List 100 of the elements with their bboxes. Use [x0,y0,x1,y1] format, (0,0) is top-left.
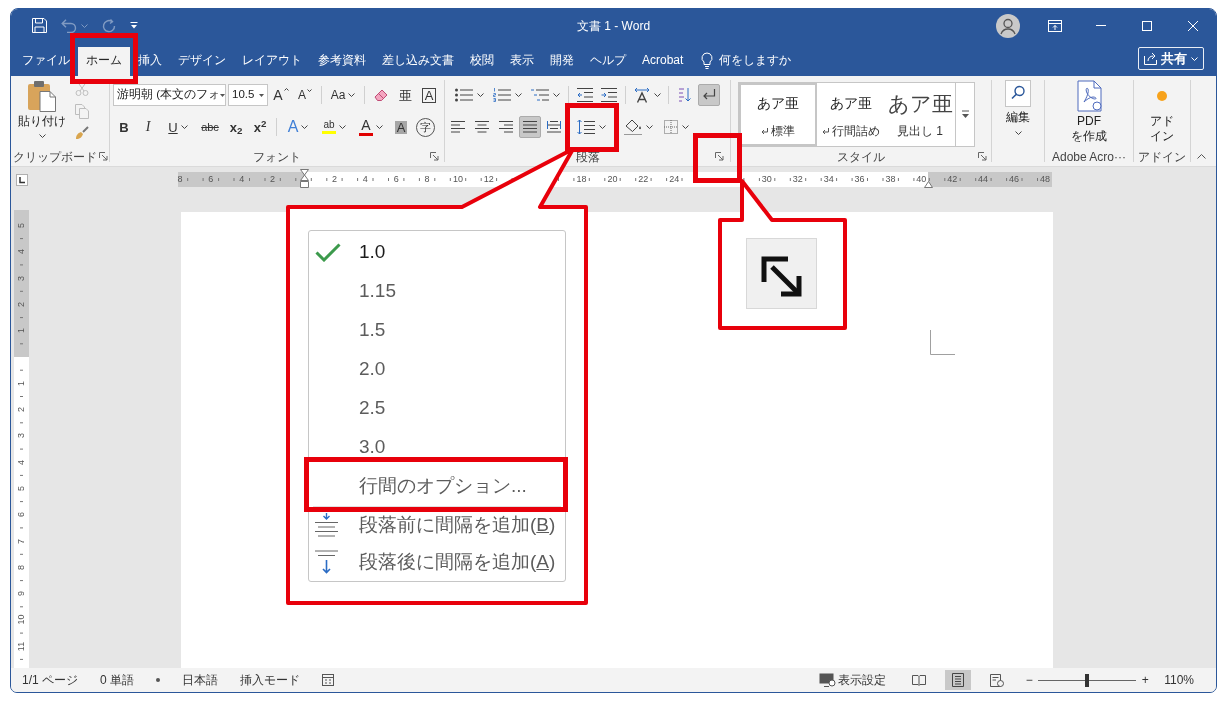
caret-icon [681,125,689,129]
editing-button[interactable]: 編集 [1005,76,1031,147]
justify-button[interactable] [519,116,541,138]
ribbon-tab[interactable]: ホーム [78,47,130,76]
ribbon-tab[interactable]: ファイル [14,47,78,76]
add-ins-button[interactable]: アド イン [1150,76,1174,147]
ribbon-tab[interactable]: ヘルプ [582,47,634,76]
group-label: フォント [253,148,301,166]
character-shading-button[interactable]: A [390,116,412,138]
align-center-icon [475,121,489,133]
ruler-number: 8 [177,175,183,184]
ruler-number: 48 [1039,175,1050,184]
style-tile[interactable]: あア亜 行間詰め [817,83,885,146]
tab-selector-icon [16,174,28,186]
menu-item[interactable]: 3.0 [312,437,562,457]
window-title: 文書 1 - Word [576,17,651,35]
menu-item[interactable]: 2.0 [312,359,562,379]
menu-item[interactable]: 1.5 [312,320,562,340]
document-icon [1075,80,1103,112]
paintbrush-icon [75,126,89,140]
bold-button[interactable]: B [113,116,135,138]
superscript-button[interactable]: x$^{2}$ [249,116,271,138]
ruler-number: 1 [17,380,26,386]
print-layout-button[interactable] [945,670,972,690]
font-size-box[interactable]: 10.5 [228,84,268,106]
underline-button[interactable]: U [161,116,195,138]
ruler-number: 6 [208,175,214,184]
undo-icon [61,18,77,33]
caret-icon [653,93,661,97]
ruler-number: 9 [17,591,26,597]
caret-icon [348,93,356,97]
zoom-level: 110% [1164,672,1194,689]
launcher-icon [715,152,724,161]
menu-item[interactable]: 1.15 [312,281,562,301]
status-text: 1/1 ページ [22,672,78,689]
ruler-number: 6 [17,512,26,518]
ribbon-tab[interactable]: デザイン [170,47,234,76]
subscript-button[interactable]: x$_{2}$ [225,116,247,138]
ribbon-tab[interactable]: 開発 [542,47,582,76]
highlight-button[interactable]: ab [316,116,352,138]
check-icon [315,242,341,262]
font-color-button[interactable]: A [354,116,388,138]
ruler-number: 7 [17,538,26,544]
close-icon [1188,20,1198,31]
dot-icon [156,678,161,682]
launcher-icon [430,152,439,161]
minimize-icon [1096,25,1106,26]
menu-item[interactable]: 1.0 [312,242,562,262]
dialog-launcher-button[interactable] [430,152,439,161]
tell-me-field[interactable]: 何をしますか [719,51,804,69]
menu-item[interactable]: 2.5 [312,398,562,418]
caret-up-icon [283,88,289,91]
share-button[interactable]: 共有 [1138,47,1204,70]
dialog-launcher-button[interactable] [715,152,724,161]
paste-button[interactable]: 貼り付け [17,76,67,147]
font-name-box[interactable]: 游明朝 (本文のフォ [113,84,226,106]
shrink-font-button[interactable]: A [294,84,316,106]
menu-item[interactable]: 段落後に間隔を追加(A) [312,550,562,574]
grow-font-button[interactable]: A [270,84,292,106]
phonetic-guide-button[interactable]: 亜 [394,84,416,106]
swatch-icon [322,131,336,134]
change-case-button[interactable]: Aa [327,84,359,106]
style-tile[interactable]: あア亜 標準 [739,83,817,146]
zoom-slider-thumb[interactable] [1085,673,1090,687]
zoom-out-button[interactable]: − [1024,671,1035,689]
ruler-number: 2 [331,175,337,184]
indent-marker-icon[interactable] [299,169,309,188]
ribbon-tab[interactable]: 挿入 [130,47,170,76]
ribbon-tab[interactable]: レイアウト [234,47,310,76]
bullet-list-icon [454,88,473,102]
zoom-in-button[interactable]: + [1140,671,1151,689]
numbered-list-icon [492,88,511,102]
ruler-number: 4 [17,459,26,465]
menu-item[interactable]: 行間のオプション... [312,476,562,496]
ribbon-tab[interactable]: 表示 [502,47,542,76]
ribbon-tab[interactable]: Acrobat [634,47,692,76]
show-marks-button[interactable] [698,84,720,106]
dialog-launcher-button[interactable] [978,152,987,161]
paste-icon [27,80,57,112]
menu-item[interactable]: 段落前に間隔を追加(B) [312,513,562,537]
space-after-icon [315,550,338,574]
ribbon-tab[interactable]: 校閲 [462,47,502,76]
caret-icon [1191,56,1198,61]
dialog-launcher-button[interactable] [99,152,108,161]
collapse-ribbon-button[interactable] [1195,151,1207,161]
indent-marker-icon[interactable] [923,181,933,188]
italic-button[interactable]: I [137,116,159,138]
strikethrough-button[interactable]: abc [197,116,223,138]
web-page-icon [990,673,1005,687]
align-right-icon [499,121,513,133]
view-settings-button[interactable]: 表示設定 [819,671,887,689]
caret-icon [476,93,484,97]
status-text: 0 単語 [100,672,135,689]
macro-button[interactable] [322,674,335,686]
style-tile[interactable]: あア亜 見出し 1 [885,83,955,146]
ribbon-tab[interactable]: 参考資料 [310,47,374,76]
status-text: 挿入モード [240,672,301,689]
create-pdf-button[interactable]: PDF を作成 [1071,76,1107,147]
text-effects-button[interactable]: A [282,116,314,138]
ribbon-tab[interactable]: 差し込み文書 [374,47,462,76]
